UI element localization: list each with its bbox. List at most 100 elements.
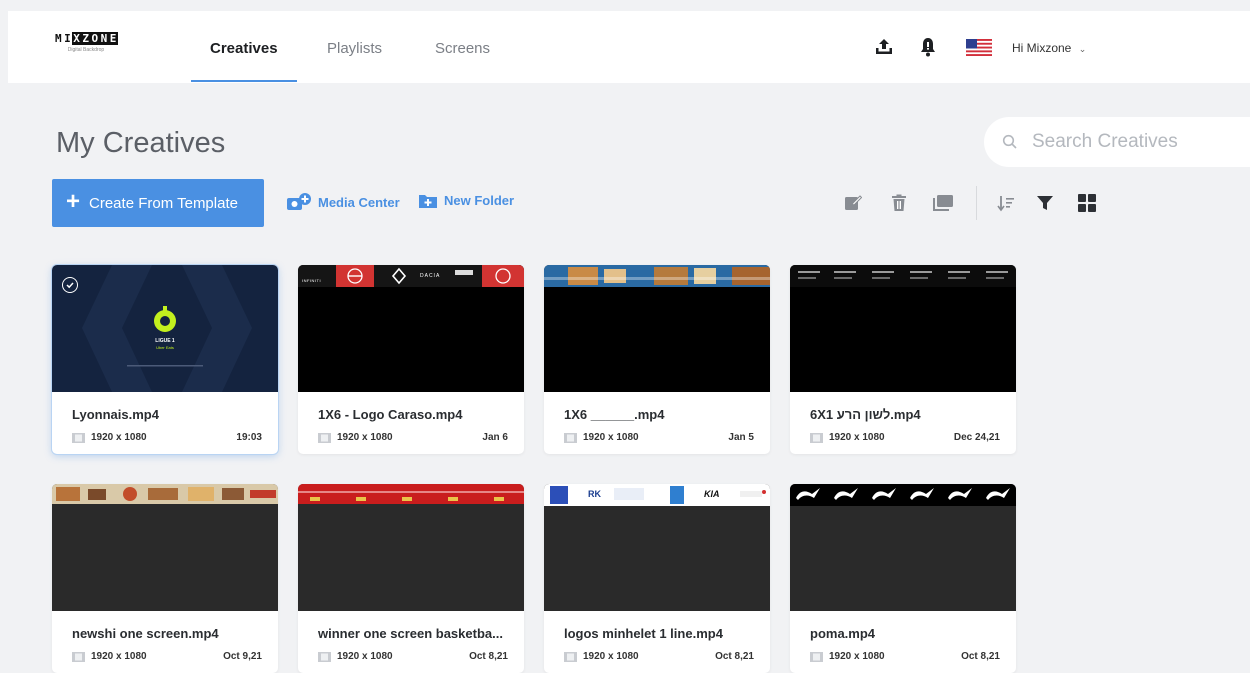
media-center-icon bbox=[287, 193, 311, 210]
creative-name: 6X1 לשון הרע.mp4 bbox=[810, 407, 921, 422]
creative-card[interactable]: RK KIA logos minhelet 1 line.mp4 1920 x … bbox=[544, 484, 770, 673]
resolution: 1920 x 1080 bbox=[72, 651, 147, 662]
film-icon bbox=[318, 651, 331, 662]
resolution: 1920 x 1080 bbox=[72, 432, 147, 443]
top-navigation-bar: M I X Z O N E Digital Backdrop Creatives… bbox=[8, 11, 1250, 83]
creative-meta: 1920 x 1080 Jan 5 bbox=[564, 432, 754, 443]
us-flag-icon[interactable] bbox=[966, 39, 992, 56]
creative-card[interactable]: INFINITI DACIA 1X6 - Logo Caraso.mp4 192… bbox=[298, 265, 524, 454]
video-thumbnail: INFINITI DACIA bbox=[298, 265, 524, 392]
resolution-text: 1920 x 1080 bbox=[829, 651, 885, 662]
folder-plus-icon bbox=[419, 195, 437, 208]
resolution: 1920 x 1080 bbox=[810, 651, 885, 662]
film-icon bbox=[810, 651, 823, 662]
thumbnail-text: RK bbox=[588, 489, 601, 499]
creative-meta: 1920 x 1080 Jan 6 bbox=[318, 432, 508, 443]
film-icon bbox=[318, 432, 331, 443]
resolution: 1920 x 1080 bbox=[318, 651, 393, 662]
edit-icon[interactable] bbox=[842, 192, 864, 214]
media-center-label: Media Center bbox=[318, 194, 400, 210]
creative-name: winner one screen basketba... bbox=[318, 626, 503, 641]
creative-card[interactable]: 1X6 ______.mp4 1920 x 1080 Jan 5 bbox=[544, 265, 770, 454]
grid-view-icon[interactable] bbox=[1076, 192, 1098, 214]
creative-name: 1X6 - Logo Caraso.mp4 bbox=[318, 407, 463, 422]
creative-date: Oct 8,21 bbox=[961, 651, 1000, 662]
video-thumbnail: RK KIA bbox=[544, 484, 770, 611]
video-thumbnail bbox=[298, 484, 524, 611]
creative-name: 1X6 ______.mp4 bbox=[564, 407, 665, 422]
tab-screens[interactable]: Screens bbox=[435, 40, 490, 57]
video-thumbnail bbox=[790, 265, 1016, 392]
new-folder-button[interactable]: New Folder bbox=[418, 192, 514, 209]
video-thumbnail: LIGUE 1 Uber Eats bbox=[52, 265, 278, 392]
creative-date: Jan 6 bbox=[482, 432, 508, 443]
user-greeting: Hi Mixzone bbox=[1012, 41, 1072, 55]
creative-meta: 1920 x 1080 Oct 8,21 bbox=[810, 651, 1000, 662]
page-title: My Creatives bbox=[56, 127, 226, 159]
logo-wordmark: M I X Z O N E bbox=[55, 32, 118, 45]
creative-card[interactable]: LIGUE 1 Uber Eats Lyonnais.mp4 1920 x 10… bbox=[52, 265, 278, 454]
creative-card[interactable]: poma.mp4 1920 x 1080 Oct 8,21 bbox=[790, 484, 1016, 673]
chevron-down-icon: ⌄ bbox=[1078, 44, 1087, 54]
creative-date: Jan 5 bbox=[728, 432, 754, 443]
creative-name: newshi one screen.mp4 bbox=[72, 626, 219, 641]
thumbnail-text: Uber Eats bbox=[156, 345, 174, 350]
new-folder-label: New Folder bbox=[444, 193, 515, 208]
thumbnail-text: DACIA bbox=[420, 273, 441, 279]
resolution-text: 1920 x 1080 bbox=[583, 651, 639, 662]
creative-date: Oct 9,21 bbox=[223, 651, 262, 662]
creative-card[interactable]: newshi one screen.mp4 1920 x 1080 Oct 9,… bbox=[52, 484, 278, 673]
trash-icon[interactable] bbox=[888, 192, 910, 214]
resolution: 1920 x 1080 bbox=[564, 651, 639, 662]
creative-meta: 1920 x 1080 Dec 24,21 bbox=[810, 432, 1000, 443]
duplicate-icon[interactable] bbox=[932, 192, 954, 214]
mixzone-logo[interactable]: M I X Z O N E Digital Backdrop bbox=[54, 32, 118, 53]
resolution: 1920 x 1080 bbox=[810, 432, 885, 443]
film-icon bbox=[564, 432, 577, 443]
tab-creatives[interactable]: Creatives bbox=[210, 40, 278, 57]
user-menu[interactable]: Hi Mixzone ⌄ bbox=[1012, 41, 1086, 55]
create-from-template-button[interactable]: + Create From Template bbox=[52, 179, 264, 227]
toolbar-divider bbox=[976, 186, 977, 220]
creative-meta: 1920 x 1080 Oct 8,21 bbox=[318, 651, 508, 662]
creative-date: 19:03 bbox=[236, 432, 262, 443]
video-thumbnail bbox=[790, 484, 1016, 611]
creative-date: Oct 8,21 bbox=[715, 651, 754, 662]
thumbnail-text: KIA bbox=[704, 489, 720, 499]
search-input[interactable] bbox=[1032, 131, 1232, 153]
creative-date: Oct 8,21 bbox=[469, 651, 508, 662]
creative-date: Dec 24,21 bbox=[953, 432, 1000, 443]
logo-tagline: Digital Backdrop bbox=[67, 47, 105, 53]
active-tab-indicator bbox=[191, 80, 297, 82]
bell-icon[interactable] bbox=[916, 35, 940, 59]
creative-card[interactable]: winner one screen basketba... 1920 x 108… bbox=[298, 484, 524, 673]
search-box bbox=[984, 117, 1250, 167]
creative-name: poma.mp4 bbox=[810, 626, 876, 641]
media-center-button[interactable]: Media Center bbox=[286, 192, 400, 212]
filter-icon[interactable] bbox=[1034, 192, 1056, 214]
resolution-text: 1920 x 1080 bbox=[583, 432, 639, 443]
resolution-text: 1920 x 1080 bbox=[91, 651, 147, 662]
upload-icon[interactable] bbox=[872, 35, 896, 59]
creative-meta: 1920 x 1080 Oct 9,21 bbox=[72, 651, 262, 662]
creative-meta: 1920 x 1080 19:03 bbox=[72, 432, 262, 443]
plus-icon: + bbox=[66, 188, 81, 215]
film-icon bbox=[72, 432, 85, 443]
resolution: 1920 x 1080 bbox=[564, 432, 639, 443]
video-thumbnail bbox=[52, 484, 278, 611]
video-thumbnail bbox=[544, 265, 770, 392]
creative-name: Lyonnais.mp4 bbox=[72, 407, 159, 422]
thumbnail-text: INFINITI bbox=[302, 278, 322, 283]
tab-playlists[interactable]: Playlists bbox=[327, 40, 382, 57]
film-icon bbox=[810, 432, 823, 443]
creative-meta: 1920 x 1080 Oct 8,21 bbox=[564, 651, 754, 662]
thumbnail-text: LIGUE 1 bbox=[155, 338, 175, 344]
resolution: 1920 x 1080 bbox=[318, 432, 393, 443]
selected-check-icon[interactable] bbox=[62, 277, 78, 293]
resolution-text: 1920 x 1080 bbox=[337, 651, 393, 662]
film-icon bbox=[564, 651, 577, 662]
sort-icon[interactable] bbox=[995, 192, 1017, 214]
search-icon bbox=[1002, 134, 1017, 149]
creative-card[interactable]: 6X1 לשון הרע.mp4 1920 x 1080 Dec 24,21 bbox=[790, 265, 1016, 454]
creative-name: logos minhelet 1 line.mp4 bbox=[564, 626, 723, 641]
